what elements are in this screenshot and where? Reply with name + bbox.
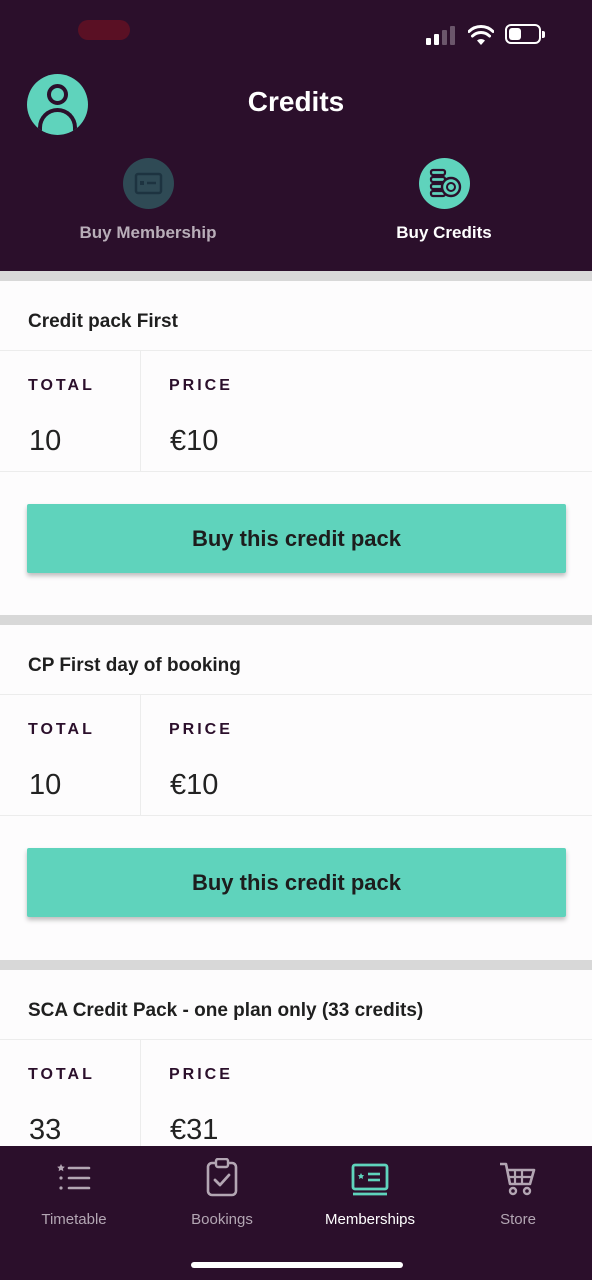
- total-label: TOTAL: [28, 1066, 95, 1083]
- tab-buy-credits-label: Buy Credits: [396, 223, 492, 242]
- buy-credit-pack-button[interactable]: Buy this credit pack: [27, 848, 566, 917]
- nav-item-timetable[interactable]: Timetable: [0, 1158, 148, 1228]
- price-label: PRICE: [169, 377, 233, 394]
- price-value: €10: [170, 425, 219, 457]
- price-value: €31: [170, 1114, 219, 1146]
- app-header: Credits Buy Membership Buy Credits: [0, 0, 592, 271]
- membership-card-icon: [351, 1163, 389, 1196]
- nav-item-store[interactable]: Store: [444, 1158, 592, 1228]
- cart-icon: [500, 1162, 536, 1196]
- bottom-navigation: Timetable Bookings Memberships Store: [0, 1146, 592, 1280]
- price-label: PRICE: [169, 1066, 233, 1083]
- battery-icon: [505, 24, 545, 44]
- buy-credit-pack-button[interactable]: Buy this credit pack: [27, 504, 566, 573]
- tab-buy-credits[interactable]: Buy Credits: [334, 158, 554, 243]
- nav-label-timetable: Timetable: [41, 1211, 107, 1228]
- credit-pack-title: Credit pack First: [0, 281, 592, 351]
- nav-item-memberships[interactable]: Memberships: [296, 1158, 444, 1228]
- credit-pack-card: Credit pack First TOTAL 10 PRICE €10 Buy…: [0, 281, 592, 615]
- price-value: €10: [170, 769, 219, 801]
- credit-pack-title: SCA Credit Pack - one plan only (33 cred…: [0, 970, 592, 1040]
- tab-buy-membership-label: Buy Membership: [79, 223, 217, 242]
- credit-pack-card: CP First day of booking TOTAL 10 PRICE €…: [0, 625, 592, 960]
- signal-icon: [426, 26, 455, 45]
- credits-coins-icon: [418, 158, 470, 209]
- wifi-icon: [468, 25, 494, 45]
- total-label: TOTAL: [28, 721, 95, 738]
- total-value: 10: [29, 769, 62, 801]
- status-bar: [0, 0, 592, 70]
- nav-item-bookings[interactable]: Bookings: [148, 1157, 296, 1228]
- credit-pack-stats: TOTAL 10 PRICE €10: [0, 695, 592, 816]
- nav-label-bookings: Bookings: [191, 1211, 253, 1228]
- recording-indicator: [78, 20, 130, 40]
- credit-pack-list[interactable]: Credit pack First TOTAL 10 PRICE €10 Buy…: [0, 271, 592, 1146]
- price-column: PRICE €10: [141, 695, 592, 816]
- price-column: PRICE €10: [141, 351, 592, 472]
- total-column: TOTAL 33: [0, 1040, 141, 1146]
- list-icon: [57, 1164, 91, 1190]
- nav-label-store: Store: [500, 1211, 536, 1228]
- credit-pack-stats: TOTAL 33 PRICE €31: [0, 1040, 592, 1146]
- nav-label-memberships: Memberships: [324, 1211, 416, 1228]
- credit-pack-title: CP First day of booking: [0, 625, 592, 695]
- total-column: TOTAL 10: [0, 351, 141, 472]
- tab-buy-membership[interactable]: Buy Membership: [38, 158, 258, 243]
- clipboard-check-icon: [206, 1157, 238, 1197]
- home-indicator[interactable]: [191, 1262, 403, 1268]
- price-column: PRICE €31: [141, 1040, 592, 1146]
- total-value: 10: [29, 425, 62, 457]
- credit-pack-stats: TOTAL 10 PRICE €10: [0, 351, 592, 472]
- membership-card-icon: [122, 158, 174, 209]
- total-column: TOTAL 10: [0, 695, 141, 816]
- price-label: PRICE: [169, 721, 233, 738]
- page-title: Credits: [247, 86, 345, 117]
- total-label: TOTAL: [28, 377, 95, 394]
- credit-pack-card: SCA Credit Pack - one plan only (33 cred…: [0, 970, 592, 1146]
- total-value: 33: [29, 1114, 62, 1146]
